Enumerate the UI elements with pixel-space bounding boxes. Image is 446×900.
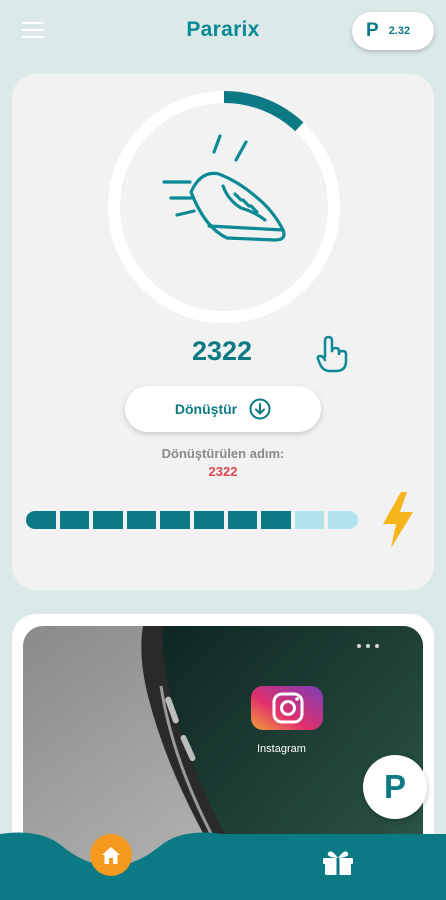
pararix-logo: P [366, 20, 379, 41]
fab-label: P [383, 768, 406, 805]
balance-pill[interactable]: P 2.32 [352, 12, 434, 50]
balance-value: 2.32 [388, 25, 411, 37]
pararix-fab-button[interactable]: P [363, 755, 427, 819]
lightning-bolt-icon [383, 492, 413, 548]
step-count: 2322 [191, 336, 253, 366]
tap-hand-icon[interactable] [315, 335, 349, 373]
converted-steps-label: Dönüştürülen adım: [161, 446, 285, 461]
energy-segment [261, 511, 291, 529]
convert-button[interactable]: Dönüştür [125, 386, 321, 432]
step-progress-ring [108, 91, 340, 323]
energy-segment [93, 511, 123, 529]
energy-segment [294, 511, 325, 529]
converted-steps-value: 2322 [208, 464, 238, 479]
energy-segment [59, 511, 90, 529]
energy-progress-bar [26, 511, 358, 529]
energy-segment [328, 511, 358, 529]
energy-segment [160, 511, 190, 529]
app-header: Pararix P 2.32 [0, 0, 446, 64]
ad-image-caption: Instagram [257, 743, 306, 755]
download-circle-icon [249, 398, 271, 420]
energy-segment [193, 511, 224, 529]
running-shoe-icon [162, 134, 286, 242]
energy-segment [126, 511, 157, 529]
step-card: 2322 Dönüştür Dönüştürülen adım: 2322 [12, 74, 434, 590]
home-icon[interactable] [90, 834, 132, 876]
convert-button-label: Dönüştür [174, 401, 238, 417]
gift-icon[interactable] [321, 848, 355, 876]
bottom-nav-bar [0, 832, 446, 900]
energy-segment [227, 511, 258, 529]
energy-segment [26, 511, 56, 529]
